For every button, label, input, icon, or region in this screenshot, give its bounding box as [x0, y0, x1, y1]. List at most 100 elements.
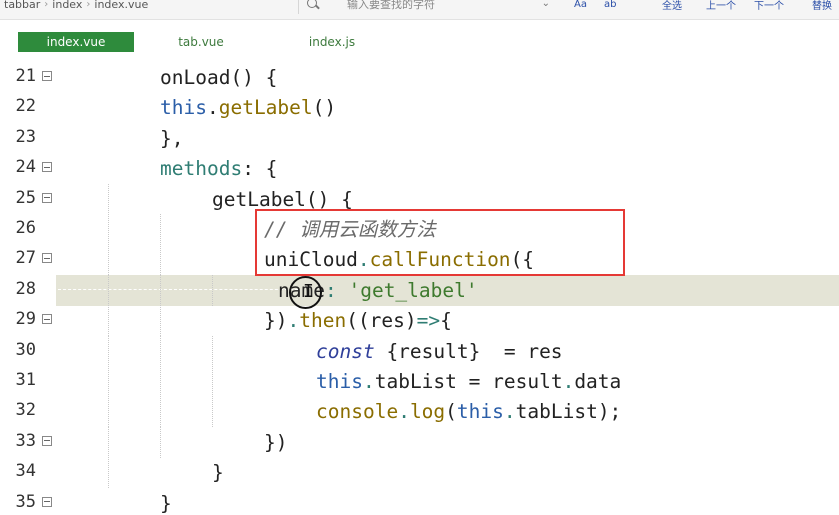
indent-guide — [212, 335, 213, 367]
line-number: 21 — [15, 66, 36, 86]
code-text: const {result} = res — [316, 336, 563, 367]
code-text: methods: { — [160, 153, 277, 184]
whole-word-button[interactable]: ab — [604, 0, 616, 10]
line-number: 28 — [15, 278, 36, 299]
code-text: } — [212, 457, 224, 488]
code-token: 'get_label' — [348, 278, 478, 302]
code-token: ( — [445, 400, 457, 424]
indent-guide — [160, 244, 161, 276]
indent-guide — [108, 214, 109, 245]
indent-guide — [108, 305, 109, 337]
line-number: 34 — [15, 461, 36, 482]
code-token: . — [503, 400, 516, 424]
code-line[interactable]: 29}).then((res)=>{ — [0, 305, 839, 337]
line-number: 22 — [15, 96, 36, 117]
indent-guide — [212, 274, 213, 306]
find-bar: ⌄ — [298, 0, 556, 14]
code-line[interactable]: 35} — [0, 488, 839, 515]
indent-guide — [160, 274, 161, 306]
chevron-down-icon[interactable]: ⌄ — [542, 0, 550, 9]
indent-guide — [108, 457, 109, 489]
find-next-button[interactable]: 下一个 — [754, 0, 784, 12]
indent-guide — [108, 366, 109, 397]
code-token: ({ — [510, 248, 535, 272]
breadcrumb: tabbar › index › index.vue — [0, 0, 152, 14]
code-text: }).then((res)=>{ — [264, 305, 452, 336]
code-line[interactable]: 24 methods: { — [0, 153, 839, 184]
code-line[interactable]: 25 getLabel() { — [0, 183, 839, 215]
top-bar: tabbar › index › index.vue ⌄ Aa ab 全选 上一… — [0, 0, 839, 20]
replace-button[interactable]: 替换 — [812, 0, 832, 12]
code-editor[interactable]: 21 onLoad() { 22 this.getLabel() 23}, 24 metho… — [0, 62, 839, 515]
code-token: : — [324, 278, 337, 302]
code-text: getLabel() { — [212, 184, 353, 215]
code-token: . — [398, 400, 410, 424]
code-token: data — [574, 370, 622, 393]
breadcrumb-item[interactable]: index — [48, 0, 86, 11]
line-number: 35 — [15, 491, 36, 512]
code-line[interactable]: 21 onLoad() { — [0, 62, 839, 93]
match-case-button[interactable]: Aa — [574, 0, 587, 10]
code-token: tabList = result — [374, 370, 563, 393]
code-token: callFunction — [369, 248, 511, 272]
code-line[interactable]: 27 uniCloud.callFunction({ — [0, 244, 839, 276]
fold-toggle-icon[interactable] — [42, 435, 52, 446]
tab-index-js[interactable]: index.js — [300, 32, 364, 52]
tab-index-vue[interactable]: index.vue — [18, 32, 134, 52]
select-all-button[interactable]: 全选 — [662, 0, 682, 12]
indent-guide — [108, 426, 109, 458]
line-number: 33 — [15, 430, 36, 451]
code-token: {result} = res — [374, 339, 563, 363]
indent-guide — [160, 335, 161, 367]
line-number: 24 — [15, 157, 36, 178]
code-text: console.log(this.tabList); — [316, 396, 621, 427]
code-line[interactable]: 28 name: 'get_label' — [0, 274, 839, 306]
fold-toggle-icon[interactable] — [42, 162, 52, 173]
code-token: this — [160, 96, 207, 120]
code-token: { — [440, 309, 452, 333]
code-text: uniCloud.callFunction({ — [264, 244, 534, 275]
code-line[interactable]: 26 // 调用云函数方法 — [0, 214, 839, 245]
code-line[interactable]: 30 const {result} = res — [0, 335, 839, 367]
code-text: this.tabList = result.data — [316, 366, 621, 397]
code-token: => — [416, 309, 441, 333]
find-input[interactable] — [347, 0, 527, 11]
code-token: } — [160, 491, 172, 515]
code-text: }, — [160, 123, 183, 154]
code-token: . — [206, 96, 219, 120]
code-text: } — [160, 488, 172, 515]
line-number: 25 — [15, 187, 36, 208]
code-token: onLoad() { — [160, 66, 278, 89]
indent-guide — [108, 244, 109, 276]
code-token: getLabel() { — [212, 187, 353, 211]
fold-toggle-icon[interactable] — [42, 314, 52, 325]
indent-guide — [108, 274, 109, 306]
code-line[interactable]: 22 this.getLabel() — [0, 92, 839, 123]
code-line[interactable]: 33}) — [0, 426, 839, 458]
fold-toggle-icon[interactable] — [42, 71, 52, 81]
find-previous-button[interactable]: 上一个 — [706, 0, 736, 12]
code-line[interactable]: 23}, — [0, 123, 839, 154]
code-text: this.getLabel() — [160, 92, 336, 123]
code-token: . — [287, 309, 300, 333]
fold-toggle-icon[interactable] — [42, 496, 52, 507]
code-line[interactable]: 32 console.log(this.tabList); — [0, 396, 839, 428]
tab-tab-vue[interactable]: tab.vue — [168, 32, 234, 52]
code-token: tabList); — [515, 400, 622, 424]
code-token: uniCloud — [264, 248, 358, 272]
line-number: 30 — [15, 339, 36, 360]
fold-toggle-icon[interactable] — [42, 253, 52, 264]
indent-guide — [212, 366, 213, 397]
code-token: getLabel — [218, 96, 313, 120]
code-line[interactable]: 31 this.tabList = result.data — [0, 366, 839, 397]
indent-guide — [108, 183, 109, 215]
code-token: } — [212, 461, 224, 485]
code-line[interactable]: 34} — [0, 457, 839, 489]
fold-toggle-icon[interactable] — [42, 192, 52, 203]
code-token: . — [357, 248, 370, 272]
search-icon[interactable] — [305, 0, 323, 13]
line-number: 26 — [15, 218, 36, 238]
breadcrumb-item[interactable]: tabbar — [0, 0, 44, 11]
breadcrumb-item[interactable]: index.vue — [90, 0, 152, 11]
